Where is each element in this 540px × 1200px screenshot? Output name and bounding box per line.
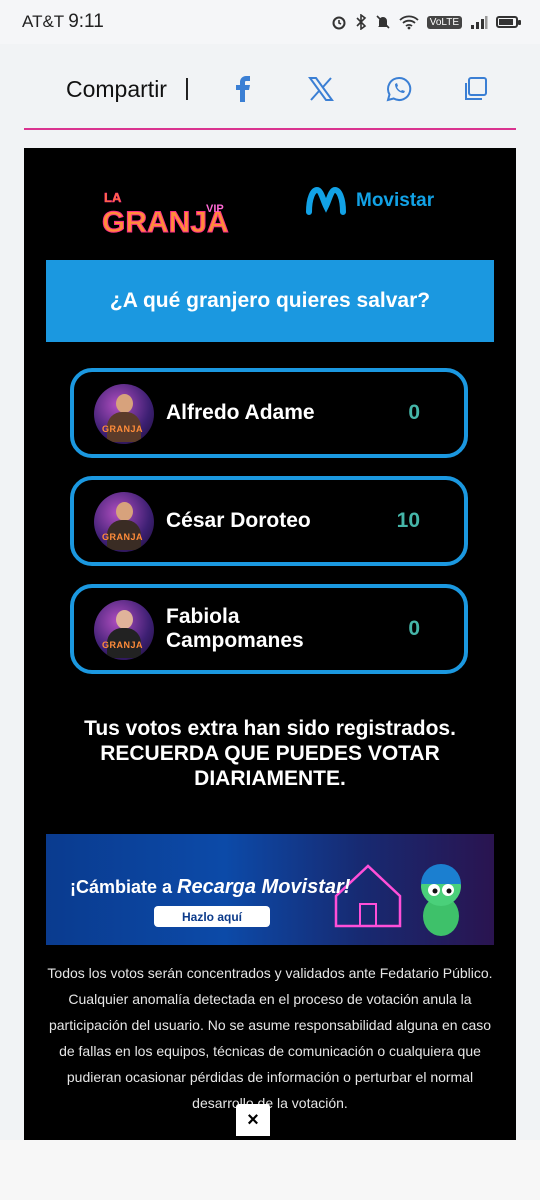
copy-icon bbox=[465, 77, 487, 100]
whatsapp-share-button[interactable] bbox=[382, 72, 416, 106]
hazlo-aqui-button[interactable]: Hazlo aquí bbox=[154, 906, 270, 927]
movistar-wordmark: Movistar bbox=[356, 190, 435, 211]
candidate-card[interactable]: GRANJA Alfredo Adame 0 bbox=[70, 368, 468, 458]
battery-icon bbox=[496, 16, 521, 28]
confirmation-line-2: RECUERDA QUE PUEDES VOTAR DIARIAMENTE. bbox=[100, 742, 440, 790]
mute-icon bbox=[376, 15, 390, 29]
banner-prefix: ¡Cámbiate a bbox=[70, 877, 178, 897]
candidate-card[interactable]: GRANJA Fabiola Campomanes 0 bbox=[70, 584, 468, 674]
candidate-name: Alfredo Adame bbox=[166, 401, 315, 424]
svg-text:LA: LA bbox=[104, 190, 122, 205]
x-icon bbox=[308, 77, 334, 101]
status-left: AT&T 9:11 bbox=[22, 11, 104, 33]
share-separator: | bbox=[184, 74, 190, 100]
candidate-name: Fabiola Campomanes bbox=[166, 605, 304, 652]
alarm-icon bbox=[332, 16, 346, 30]
la-granja-vip-logo: LA GRANJA VIP bbox=[102, 190, 229, 240]
avatar-tag: GRANJA bbox=[102, 532, 144, 542]
avatar-tag: GRANJA bbox=[102, 640, 144, 650]
signal-icon bbox=[471, 16, 488, 29]
bluetooth-icon bbox=[356, 14, 366, 30]
whatsapp-icon bbox=[386, 76, 412, 102]
status-bar: AT&T 9:11 VoLTE bbox=[0, 0, 540, 44]
banner-brand: Recarga Movistar! bbox=[177, 876, 351, 898]
svg-text:VIP: VIP bbox=[206, 203, 224, 215]
candidate-avatar: GRANJA bbox=[94, 384, 154, 444]
legal-disclaimer: Todos los votos serán concentrados y val… bbox=[47, 965, 493, 1111]
poll-question: ¿A qué granjero quieres salvar? bbox=[109, 289, 431, 312]
mascot-icon bbox=[421, 864, 461, 936]
facebook-share-button[interactable] bbox=[226, 72, 260, 106]
poll-question-banner: ¿A qué granjero quieres salvar? bbox=[46, 260, 494, 342]
candidate-avatar: GRANJA bbox=[94, 492, 154, 552]
volte-badge: VoLTE bbox=[426, 15, 462, 29]
close-ad-button[interactable]: × bbox=[236, 1104, 270, 1136]
divider-line bbox=[24, 128, 516, 130]
share-bar: Compartir | bbox=[0, 44, 540, 134]
confirmation-line-1: Tus votos extra han sido registrados. bbox=[84, 717, 456, 740]
banner-headline: ¡Cámbiate a Recarga Movistar! bbox=[70, 876, 350, 899]
wifi-icon bbox=[399, 15, 419, 30]
candidate-votes: 0 bbox=[408, 617, 420, 640]
close-icon: × bbox=[247, 1108, 259, 1131]
candidate-votes: 0 bbox=[408, 401, 420, 424]
poll-panel: LA GRANJA VIP Movistar ¿A qué granjero q… bbox=[24, 148, 516, 1140]
movistar-m-icon bbox=[306, 186, 346, 215]
copy-link-button[interactable] bbox=[458, 72, 492, 106]
clock: 9:11 bbox=[68, 11, 104, 32]
share-label: Compartir bbox=[66, 76, 167, 102]
candidate-votes: 10 bbox=[396, 509, 420, 532]
candidate-avatar: GRANJA bbox=[94, 600, 154, 660]
bottom-bar bbox=[0, 1140, 540, 1200]
candidate-name: César Doroteo bbox=[166, 509, 311, 532]
vote-confirmation-message: Tus votos extra han sido registrados. RE… bbox=[46, 716, 494, 791]
facebook-icon bbox=[236, 76, 250, 102]
carrier-label: AT&T bbox=[22, 12, 65, 31]
status-icons: VoLTE bbox=[331, 14, 521, 30]
candidate-card[interactable]: GRANJA César Doroteo 10 bbox=[70, 476, 468, 566]
x-share-button[interactable] bbox=[304, 72, 338, 106]
movistar-logo: Movistar bbox=[306, 186, 434, 216]
avatar-tag: GRANJA bbox=[102, 424, 144, 434]
recarga-movistar-banner[interactable]: ¡Cámbiate a Recarga Movistar! Hazlo aquí bbox=[46, 834, 494, 945]
